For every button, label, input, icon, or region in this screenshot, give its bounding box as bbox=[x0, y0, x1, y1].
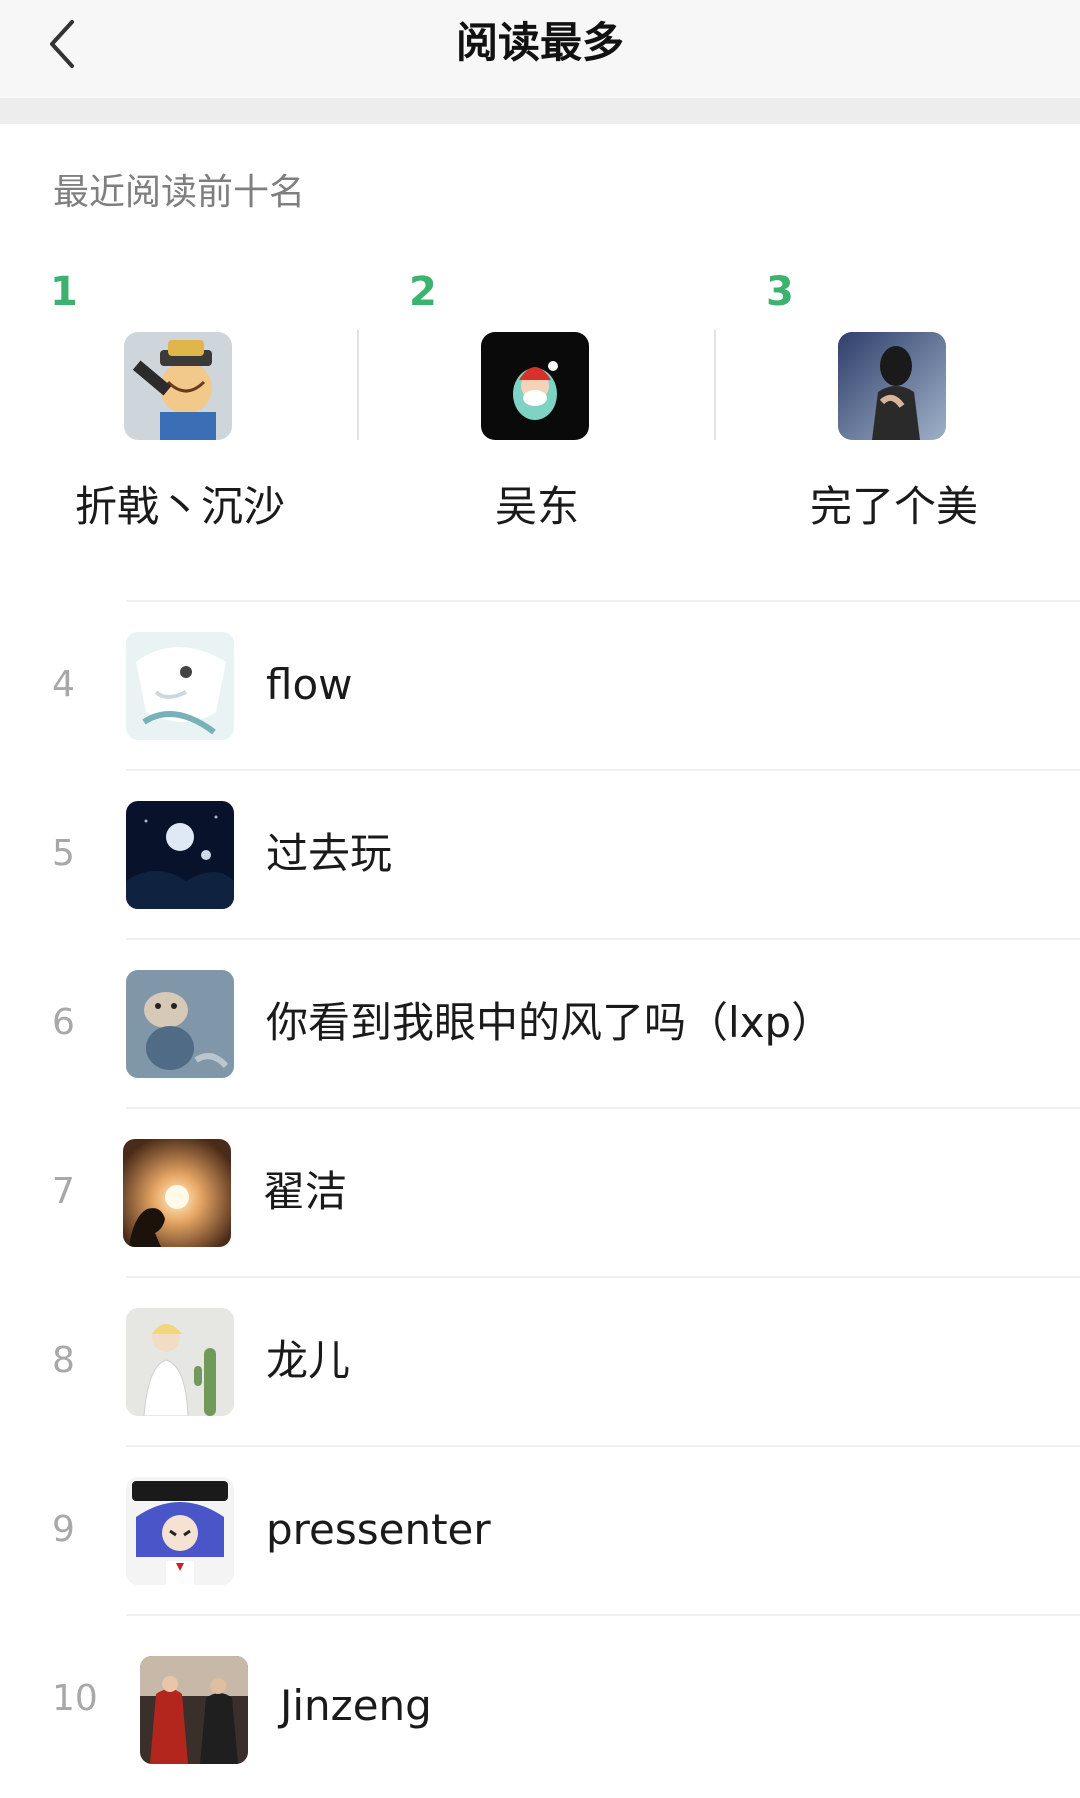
rank-number: 9 bbox=[52, 1509, 75, 1550]
list-item[interactable]: 4 flow bbox=[0, 600, 1080, 769]
page-title: 阅读最多 bbox=[455, 18, 624, 67]
reader-name: pressenter bbox=[266, 1505, 491, 1554]
top-reader-2[interactable]: 2 吴东 bbox=[357, 262, 717, 532]
avatar bbox=[124, 332, 232, 440]
avatar bbox=[126, 801, 234, 909]
rank-number: 1 bbox=[50, 269, 78, 315]
reader-name: 龙儿 bbox=[266, 1336, 351, 1385]
list-item[interactable]: 6 你看到我眼中的风了吗（lxp） bbox=[0, 938, 1080, 1107]
avatar bbox=[481, 332, 589, 440]
list-item[interactable]: 10 Jinzeng bbox=[0, 1614, 1080, 1767]
reader-name: 过去玩 bbox=[266, 829, 393, 878]
avatar bbox=[126, 1477, 234, 1585]
rank-number: 4 bbox=[52, 664, 75, 705]
list-item[interactable]: 8 龙儿 bbox=[0, 1276, 1080, 1445]
top-reader-1[interactable]: 1 折戟丶沉沙 bbox=[0, 262, 360, 532]
avatar bbox=[123, 1139, 231, 1247]
rank-number: 2 bbox=[409, 269, 437, 315]
rank-number: 10 bbox=[52, 1678, 98, 1719]
avatar bbox=[838, 332, 946, 440]
row-divider bbox=[126, 1614, 1080, 1616]
rank-number: 7 bbox=[52, 1171, 75, 1212]
reader-name: Jinzeng bbox=[280, 1681, 432, 1730]
header-divider bbox=[0, 98, 1080, 124]
list-item[interactable]: 9 pressenter bbox=[0, 1445, 1080, 1614]
avatar bbox=[126, 632, 234, 740]
reader-name: 你看到我眼中的风了吗（lxp） bbox=[266, 998, 834, 1047]
rank-number: 5 bbox=[52, 833, 75, 874]
avatar bbox=[126, 1308, 234, 1416]
avatar bbox=[140, 1656, 248, 1764]
reader-name: 完了个美 bbox=[809, 482, 978, 531]
avatar bbox=[126, 970, 234, 1078]
reader-name: flow bbox=[266, 660, 353, 709]
reader-name: 折戟丶沉沙 bbox=[74, 482, 285, 531]
rank-number: 8 bbox=[52, 1340, 75, 1381]
rank-number: 6 bbox=[52, 1002, 75, 1043]
reader-name: 翟洁 bbox=[263, 1167, 348, 1216]
list-item[interactable]: 7 翟洁 bbox=[0, 1107, 1080, 1276]
nav-bar: 阅读最多 bbox=[0, 0, 1080, 98]
list-item[interactable]: 5 过去玩 bbox=[0, 769, 1080, 938]
reader-name: 吴东 bbox=[494, 482, 579, 531]
top-reader-3[interactable]: 3 完了个美 bbox=[714, 262, 1074, 532]
rank-number: 3 bbox=[766, 269, 794, 315]
section-label: 最近阅读前十名 bbox=[53, 172, 306, 213]
